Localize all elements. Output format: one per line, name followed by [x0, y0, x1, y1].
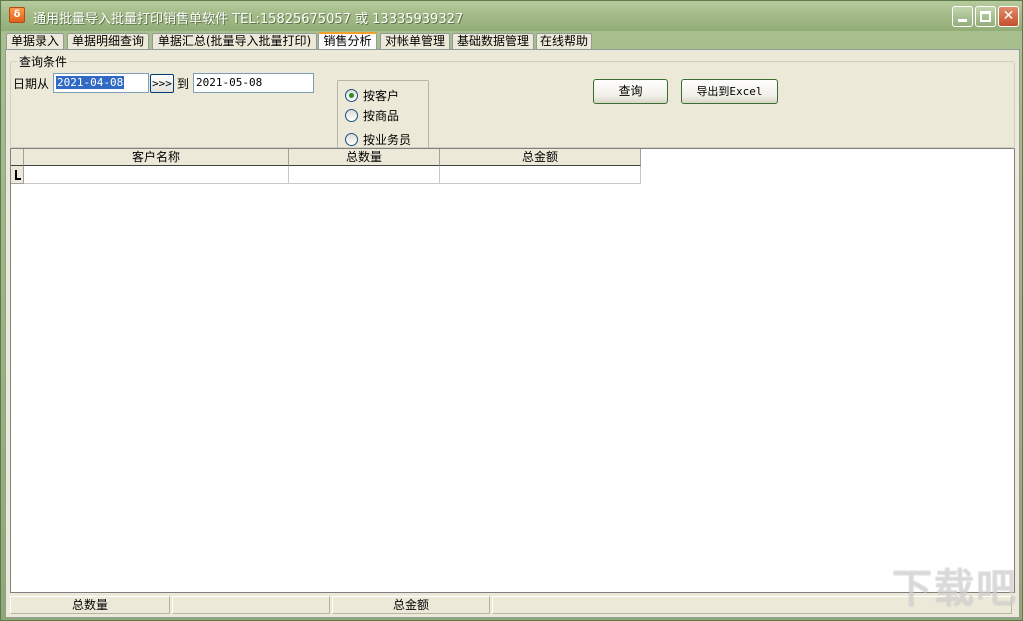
tab-basic-data-management[interactable]: 基础数据管理 [452, 33, 534, 50]
table-cell-customer-name[interactable] [24, 166, 289, 184]
status-total-quantity-value [172, 596, 330, 614]
close-icon: ✕ [1002, 8, 1015, 24]
date-from-label: 日期从 [13, 77, 50, 91]
date-from-value: 2021-04-08 [56, 76, 125, 89]
tab-online-help[interactable]: 在线帮助 [536, 33, 592, 50]
date-to-label: 到 [177, 77, 190, 91]
minimize-icon [958, 19, 967, 22]
column-header-customer-name[interactable]: 客户名称 [24, 149, 289, 166]
sales-analysis-grid[interactable]: 客户名称 总数量 总金额 [10, 148, 1015, 593]
group-by-salesperson-label[interactable]: 按业务员 [363, 131, 411, 148]
query-conditions-title: 查询条件 [17, 53, 70, 70]
status-bar: 总数量 总金额 [10, 596, 1015, 616]
date-to-field[interactable]: 2021-05-08 [193, 73, 314, 93]
status-total-quantity-label: 总数量 [10, 596, 170, 614]
group-by-salesperson-radio[interactable] [345, 133, 358, 146]
tab-document-entry[interactable]: 单据录入 [6, 33, 64, 50]
status-total-amount-value [492, 596, 1012, 614]
tab-statement-management[interactable]: 对帐单管理 [380, 33, 450, 50]
column-header-total-quantity[interactable]: 总数量 [289, 149, 440, 166]
table-cell-total-amount[interactable] [440, 166, 641, 184]
group-by-product-radio[interactable] [345, 109, 358, 122]
group-by-product-label[interactable]: 按商品 [363, 107, 399, 124]
group-by-radio-group: 按客户 按商品 按业务员 [337, 80, 429, 152]
tab-sales-analysis[interactable]: 销售分析 [318, 32, 377, 50]
column-header-total-amount[interactable]: 总金额 [440, 149, 641, 166]
export-excel-button[interactable]: 导出到Excel [681, 79, 778, 104]
edit-caret-icon [15, 170, 21, 180]
tab-document-detail-query[interactable]: 单据明细查询 [67, 33, 149, 50]
date-jump-button[interactable]: >>> [150, 74, 174, 93]
maximize-icon [980, 11, 991, 22]
status-total-amount-label: 总金额 [332, 596, 490, 614]
group-by-customer-radio[interactable] [345, 89, 358, 102]
app-window: δ 通用批量导入批量打印销售单软件 TEL:15825675057 或 1333… [0, 0, 1023, 621]
date-from-field[interactable]: 2021-04-08 [53, 73, 149, 93]
tab-document-summary[interactable]: 单据汇总(批量导入批量打印) [152, 33, 317, 50]
maximize-button[interactable] [975, 6, 996, 27]
app-icon[interactable]: δ [9, 7, 25, 23]
grid-corner[interactable] [11, 149, 24, 166]
close-button[interactable]: ✕ [998, 6, 1019, 27]
window-title: 通用批量导入批量打印销售单软件 TEL:15825675057 或 133359… [33, 12, 464, 27]
title-bar[interactable]: δ 通用批量导入批量打印销售单软件 TEL:15825675057 或 1333… [1, 1, 1022, 31]
query-conditions-group: 查询条件 日期从 2021-04-08 >>> 到 2021-05-08 按客户… [10, 53, 1015, 152]
row-indicator[interactable] [11, 166, 24, 184]
tab-content-sales-analysis: 查询条件 日期从 2021-04-08 >>> 到 2021-05-08 按客户… [5, 49, 1020, 618]
main-tabs: 单据录入 单据明细查询 单据汇总(批量导入批量打印) 销售分析 对帐单管理 基础… [5, 32, 1020, 50]
minimize-button[interactable] [952, 6, 973, 27]
group-by-customer-label[interactable]: 按客户 [363, 87, 399, 104]
table-cell-total-quantity[interactable] [289, 166, 440, 184]
search-button[interactable]: 查询 [593, 79, 668, 104]
